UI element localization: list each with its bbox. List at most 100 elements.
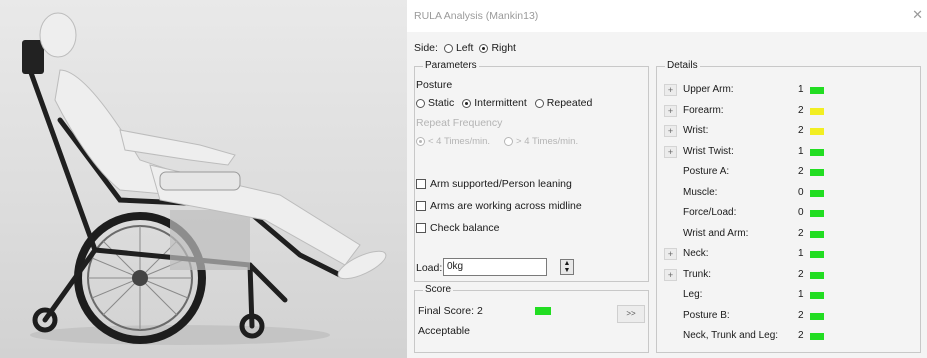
final-score-swatch [535,307,551,315]
posture-repeated-option[interactable]: Repeated [534,97,593,109]
detail-value: 2 [798,330,804,341]
details-group: Details + Upper Arm: 1 + Forearm: 2 + Wrist: 2 + W… [656,60,921,353]
radio-icon[interactable] [534,98,544,108]
3d-viewport[interactable] [0,0,407,358]
detail-score-swatch [810,230,824,238]
detail-row: Force/Load: 0 [657,207,920,221]
posture-static-label: Static [428,97,455,109]
detail-value: 0 [798,207,804,218]
detail-row: Neck, Trunk and Leg: 2 [657,330,920,344]
detail-row: + Wrist: 2 [657,125,920,139]
detail-value: 1 [798,145,804,157]
detail-score-swatch [810,87,824,94]
title-bar: RULA Analysis (Mankin13) ✕ [407,0,927,32]
radio-selected-icon[interactable] [462,98,472,108]
repeat-gt4-label: > 4 Times/min. [516,136,579,147]
verdict-text: Acceptable [418,325,470,337]
parameters-title: Parameters [423,60,479,71]
detail-label: Force/Load: [683,207,737,218]
side-selector: Side: Left Right [414,41,516,55]
manikin-wheelchair-illustration [22,12,387,345]
checkbox-icon[interactable] [416,223,426,233]
dialog-title: RULA Analysis (Mankin13) [414,10,539,22]
posture-static-option[interactable]: Static [416,97,454,109]
detail-score-swatch [810,169,824,176]
side-label: Side: [414,42,438,54]
detail-score-swatch [810,333,824,340]
detail-row: Wrist and Arm: 2 [657,228,920,242]
detail-row: Leg: 1 [657,289,920,303]
detail-row: + Upper Arm: 1 [657,84,920,98]
radio-icon[interactable] [416,98,425,108]
detail-label: Wrist and Arm: [683,227,749,239]
expand-icon[interactable]: + [664,84,677,96]
details-title: Details [665,60,700,71]
detail-label: Upper Arm: [683,84,734,95]
repeat-frequency-options: < 4 Times/min. > 4 Times/min. [416,136,578,147]
detail-value: 2 [798,104,804,116]
radio-disabled-icon[interactable] [504,137,514,146]
score-title: Score [423,284,454,295]
detail-row: Posture B: 2 [657,310,920,324]
detail-row: + Neck: 1 [657,248,920,262]
detail-score-swatch [810,148,824,156]
arm-supported-label: Arm supported/Person leaning [430,178,572,190]
detail-score-swatch [810,271,824,279]
posture-intermittent-option[interactable]: Intermittent [462,97,527,109]
check-balance-label: Check balance [430,222,500,234]
detail-score-swatch [810,292,824,299]
radio-disabled-icon[interactable] [416,137,425,146]
arms-midline-checkbox[interactable]: Arms are working across midline [416,200,582,212]
detail-row: Muscle: 0 [657,187,920,201]
detail-label: Trunk: [683,268,711,280]
rula-dialog: RULA Analysis (Mankin13) ✕ Side: Left Ri… [407,0,927,358]
expand-icon[interactable]: + [664,104,677,117]
more-details-button[interactable]: >> [617,305,645,323]
detail-row: + Trunk: 2 [657,268,920,283]
repeat-frequency-label: Repeat Frequency [416,117,503,129]
detail-value: 1 [798,289,804,300]
arms-midline-label: Arms are working across midline [430,200,582,212]
side-left-option[interactable]: Left [443,42,474,54]
expand-icon[interactable]: + [664,248,677,260]
posture-label: Posture [416,79,453,91]
final-score-text: Final Score: 2 [418,305,483,317]
load-input[interactable]: 0kg [443,258,547,276]
expand-icon[interactable]: + [664,268,677,281]
detail-label: Muscle: [683,186,718,198]
load-spinner-icon[interactable]: ▲ ▼ [560,259,574,275]
arm-supported-checkbox[interactable]: Arm supported/Person leaning [416,178,572,190]
detail-score-swatch [810,189,824,197]
detail-row: + Forearm: 2 [657,104,920,119]
radio-selected-icon[interactable] [479,43,489,53]
detail-label: Wrist Twist: [683,145,734,157]
repeat-lt4-option[interactable]: < 4 Times/min. [416,136,490,147]
detail-score-swatch [810,107,824,115]
checkbox-icon[interactable] [416,201,426,211]
detail-value: 2 [798,227,804,239]
radio-icon[interactable] [443,43,453,53]
side-right-option[interactable]: Right [479,42,516,54]
expand-icon[interactable]: + [664,145,677,158]
repeat-lt4-label: < 4 Times/min. [428,136,491,147]
detail-value: 1 [798,248,804,259]
parameters-group: Parameters Posture Static Intermittent R… [414,60,649,282]
score-group: Score Final Score: 2 Acceptable >> [414,284,649,353]
side-left-label: Left [455,42,474,54]
repeat-gt4-option[interactable]: > 4 Times/min. [504,136,578,147]
detail-value: 2 [798,268,804,280]
detail-label: Wrist: [683,125,709,136]
detail-value: 1 [798,84,804,95]
close-icon[interactable]: ✕ [912,7,923,23]
posture-repeated-label: Repeated [546,97,593,109]
detail-score-swatch [810,128,824,135]
expand-icon[interactable]: + [664,125,677,137]
detail-label: Posture A: [683,166,730,177]
detail-label: Neck, Trunk and Leg: [683,330,779,341]
check-balance-checkbox[interactable]: Check balance [416,222,499,234]
posture-intermittent-label: Intermittent [474,97,527,109]
detail-score-swatch [810,210,824,217]
checkbox-icon[interactable] [416,179,426,189]
detail-label: Posture B: [683,309,730,321]
detail-row: + Wrist Twist: 1 [657,145,920,160]
